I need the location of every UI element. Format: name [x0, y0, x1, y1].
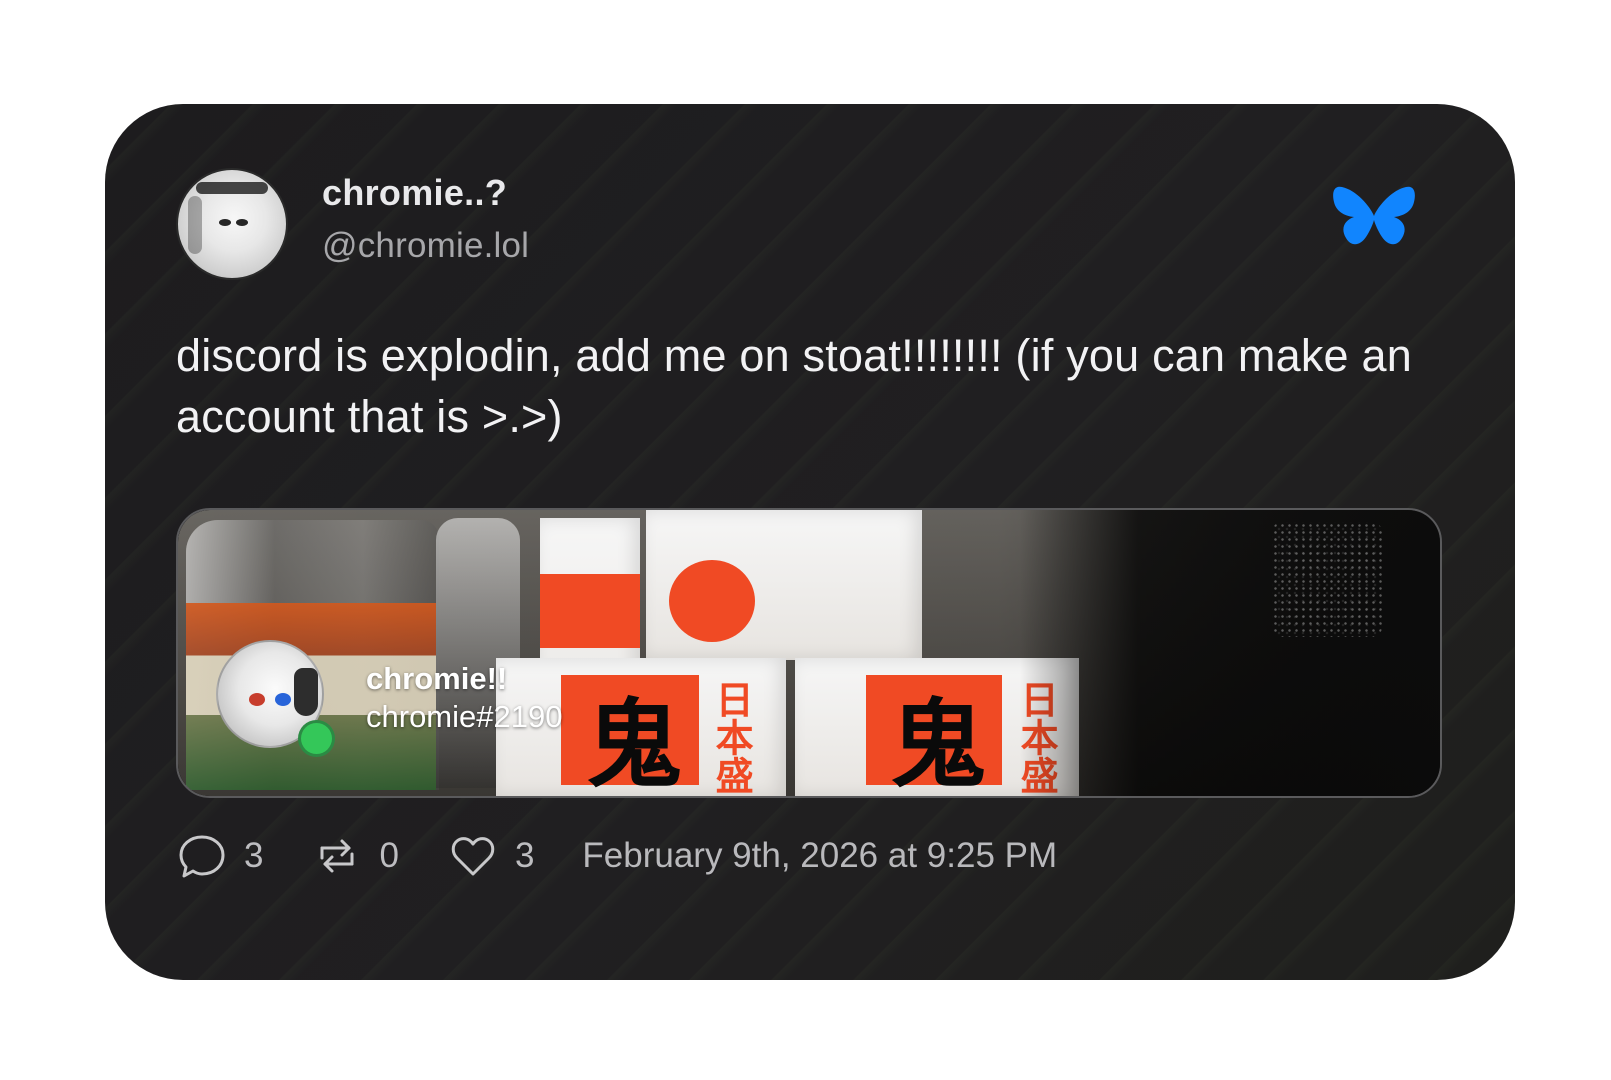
- avatar-eye: [219, 219, 231, 226]
- carton-right-kanji: 鬼: [890, 688, 986, 796]
- like-count: 3: [514, 836, 535, 875]
- embed-discord-tag[interactable]: chromie#2190: [366, 699, 562, 735]
- headphone-icon: [294, 668, 318, 716]
- post-timestamp: February 9th, 2026 at 9:25 PM: [582, 836, 1058, 875]
- textured-object-image: [1272, 522, 1382, 637]
- avatar-eye: [249, 693, 265, 706]
- package-red-stripe: [540, 574, 640, 648]
- avatar-eye: [236, 219, 248, 226]
- butterfly-icon: [1333, 186, 1415, 245]
- repost-icon: [320, 839, 354, 873]
- avatar-hair-detail: [188, 196, 202, 254]
- repost-count: 0: [379, 836, 399, 875]
- like-stat[interactable]: 3: [447, 830, 534, 882]
- embed-display-name[interactable]: chromie!!: [366, 661, 507, 697]
- reply-count: 3: [244, 836, 264, 875]
- author-display-name[interactable]: chromie..?: [322, 172, 507, 214]
- post-footer: 3 0 3 February 9th, 2026 at 9:25 PM: [176, 827, 1057, 885]
- heart-icon: [451, 837, 495, 876]
- avatar-eye: [275, 693, 291, 706]
- post-card: chromie..? @chromie.lol discord is explo…: [105, 104, 1515, 980]
- reply-stat[interactable]: 3: [176, 830, 263, 882]
- repost-stat[interactable]: 0: [311, 830, 399, 882]
- carton-left-label: 日本盛: [709, 680, 755, 794]
- reply-icon: [179, 835, 225, 878]
- post-text: discord is explodin, add me on stoat!!!!…: [176, 330, 1412, 442]
- online-status-dot: [298, 720, 335, 757]
- author-avatar[interactable]: [176, 168, 288, 280]
- carton-left-kanji: 鬼: [586, 688, 682, 796]
- top-carton-emblem: [669, 560, 755, 642]
- author-handle[interactable]: @chromie.lol: [322, 226, 529, 266]
- avatar-hair-detail: [196, 182, 268, 194]
- discord-profile-embed[interactable]: 鬼 鬼 日本盛 日本盛 chromie!! chromie#2190: [176, 508, 1442, 798]
- embed-background-photo: 鬼 鬼 日本盛 日本盛: [178, 510, 1440, 796]
